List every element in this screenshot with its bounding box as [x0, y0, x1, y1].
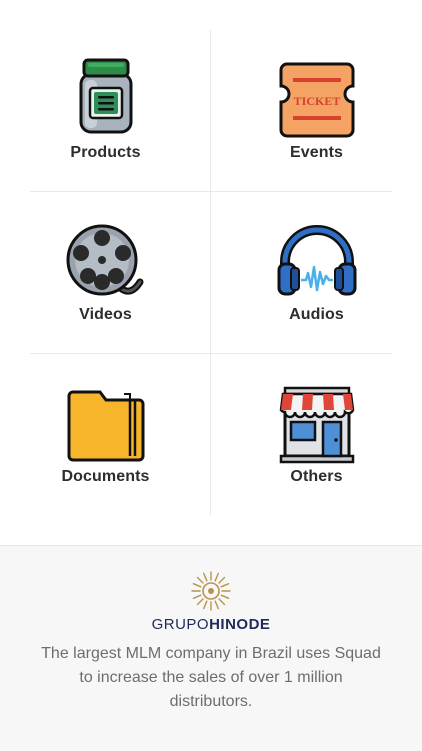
- logo-text-light: GRUPO: [151, 616, 210, 633]
- category-label: Audios: [289, 306, 344, 323]
- category-audios[interactable]: Audios: [211, 192, 422, 354]
- ticket-icon: TICKET: [279, 62, 354, 138]
- testimonial-text: The largest MLM company in Brazil uses S…: [41, 645, 381, 710]
- grid-divider-horizontal: [30, 191, 392, 192]
- jar-icon: [79, 58, 132, 134]
- category-videos[interactable]: Videos: [0, 192, 211, 354]
- category-events[interactable]: TICKET Events: [211, 30, 422, 192]
- category-documents[interactable]: Documents: [0, 354, 211, 516]
- category-others[interactable]: Others: [211, 354, 422, 516]
- category-label: Products: [70, 144, 141, 161]
- category-label: Videos: [79, 306, 132, 323]
- headphones-icon: [277, 225, 356, 296]
- sun-logo-icon: [191, 571, 231, 611]
- store-icon: [279, 386, 354, 464]
- grid-divider-vertical: [210, 30, 211, 515]
- category-products[interactable]: Products: [0, 30, 211, 192]
- folder-icon: [67, 390, 144, 462]
- logo-text-bold: HINODE: [209, 616, 271, 633]
- category-label: Documents: [61, 468, 150, 485]
- ticket-text: TICKET: [293, 94, 340, 108]
- footer-testimonial: GRUPOHINODE The largest MLM company in B…: [0, 545, 422, 751]
- brand-logo-text: GRUPOHINODE: [0, 616, 422, 633]
- grid-divider-horizontal: [30, 353, 392, 354]
- category-label: Events: [289, 144, 344, 161]
- film-reel-icon: [66, 224, 143, 296]
- category-grid: Products TICKET Events Videos Audios Doc…: [0, 0, 422, 545]
- category-label: Others: [290, 468, 343, 485]
